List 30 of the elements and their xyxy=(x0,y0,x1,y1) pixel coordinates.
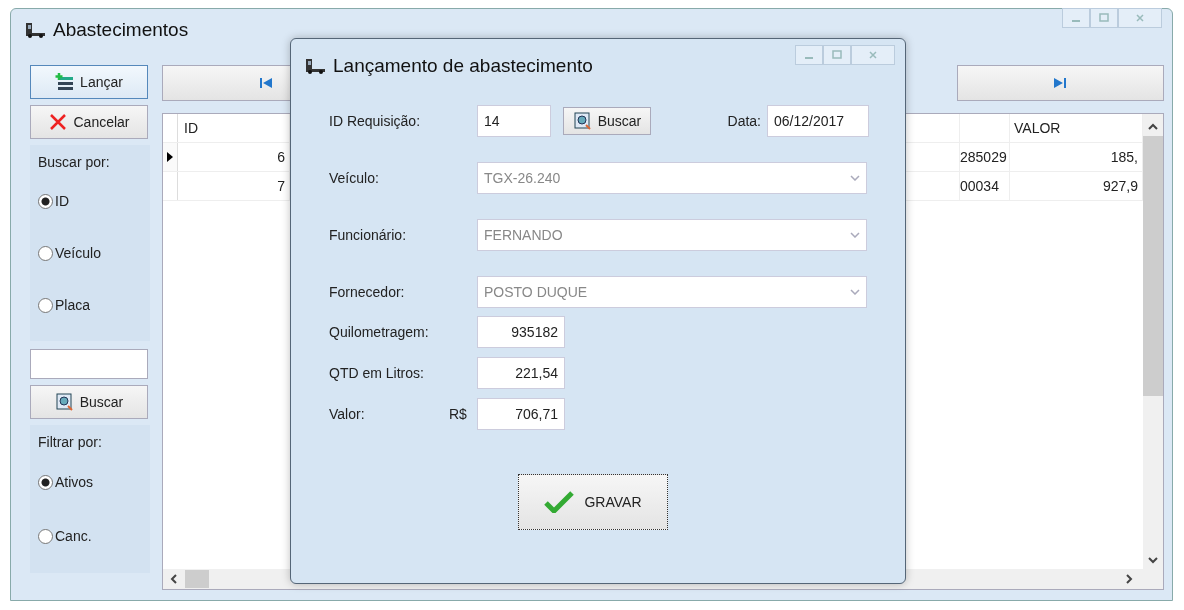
number-field[interactable]: 706,71 xyxy=(477,398,565,430)
number-field[interactable]: 221,54 xyxy=(477,357,565,389)
window-title: Abastecimentos xyxy=(53,19,189,41)
requisition-id-field[interactable]: 14 xyxy=(477,105,551,137)
field-label: Fornecedor: xyxy=(329,284,406,300)
group-label: Buscar por: xyxy=(38,153,111,172)
number-field[interactable]: 935182 xyxy=(477,316,565,348)
search-button[interactable]: Buscar xyxy=(30,385,148,419)
field-label: Veículo: xyxy=(329,170,380,186)
date-field[interactable]: 06/12/2017 xyxy=(767,105,869,137)
filter-radio[interactable]: Canc. xyxy=(38,509,144,563)
search-button[interactable]: Buscar xyxy=(563,107,651,135)
field-label: Funcionário: xyxy=(329,227,408,243)
table-cell: 00034 xyxy=(960,172,1010,200)
launch-button[interactable]: Lançar xyxy=(30,65,148,99)
cancel-button[interactable]: Cancelar xyxy=(30,105,148,139)
field-label: Valor: xyxy=(329,406,366,422)
search-by-radio[interactable]: Veículo xyxy=(38,227,144,279)
search-by-radio[interactable]: ID xyxy=(38,175,144,227)
currency-label: R$ xyxy=(449,406,468,422)
field-label: Data: xyxy=(727,113,761,129)
filter-radio[interactable]: Ativos xyxy=(38,455,144,509)
field-label: Quilometragem: xyxy=(329,324,430,340)
field-label: ID Requisição: xyxy=(329,113,422,129)
save-button[interactable]: GRAVAR xyxy=(518,474,668,530)
dialog-title: Lançamento de abastecimento xyxy=(333,55,593,77)
table-cell: 285029 xyxy=(960,143,1010,171)
group-label: Filtrar por: xyxy=(38,433,103,452)
field-label: QTD em Litros: xyxy=(329,365,425,381)
search-by-radio[interactable]: Placa xyxy=(38,279,144,331)
